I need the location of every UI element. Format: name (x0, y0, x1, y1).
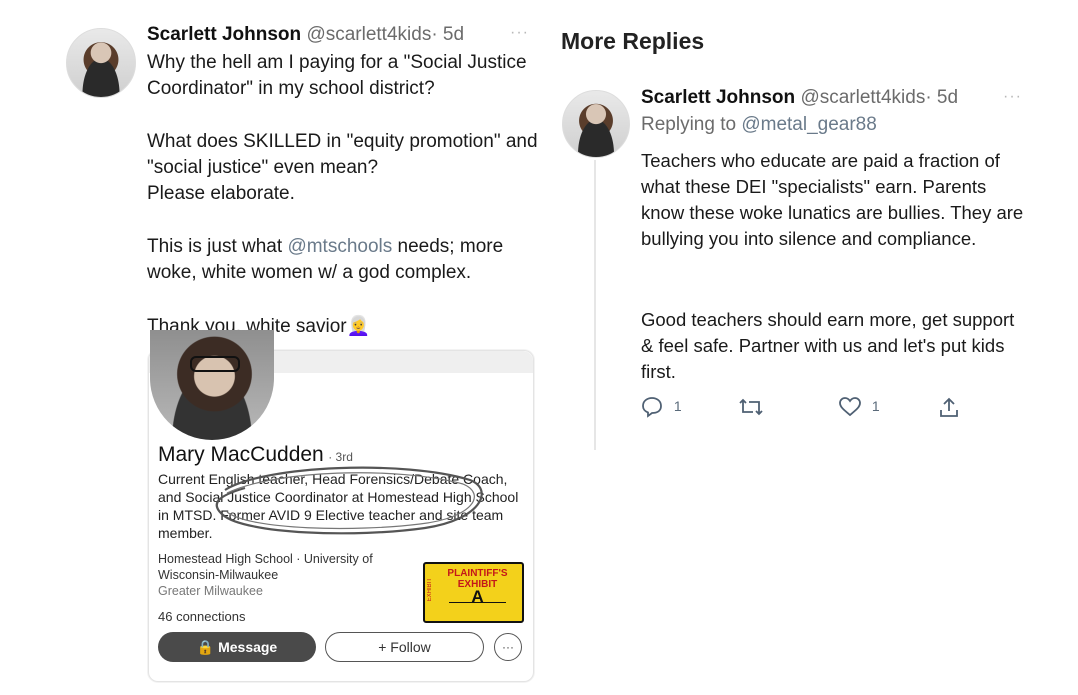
reply-bubble-icon (642, 397, 662, 418)
replying-to-label: Replying to (641, 114, 742, 135)
follow-button[interactable]: + Follow (325, 632, 484, 662)
more-options-icon[interactable]: ··· (510, 24, 529, 42)
stamp-text: PLAINTIFF'S EXHIBIT A (439, 568, 516, 605)
pen-circle-annotation (215, 466, 483, 535)
reply-count: 1 (673, 397, 682, 414)
more-actions-button[interactable]: ··· (494, 633, 522, 661)
profile-organization: Homestead High School · University of Wi… (158, 552, 373, 582)
profile-location: Greater Milwaukee (158, 584, 263, 598)
stamp-line-1: PLAINTIFF'S (447, 568, 508, 579)
savior-emoji-icon: 👩‍🦳 (346, 316, 371, 337)
like-action[interactable]: 1 (838, 396, 880, 418)
heart-icon (839, 397, 861, 417)
retweet-action[interactable] (737, 396, 765, 418)
like-count: 1 (871, 397, 880, 414)
tweet-age: · 5d (431, 24, 465, 45)
reply-author-name[interactable]: Scarlett Johnson (641, 87, 795, 108)
lock-icon: 🔒 (196, 639, 215, 655)
tweet-paragraph-1: Why the hell am I paying for a "Social J… (147, 52, 527, 99)
author-avatar[interactable] (66, 28, 136, 98)
reply-action[interactable]: 1 (640, 396, 682, 418)
share-action[interactable] (937, 396, 961, 420)
glasses-icon (190, 356, 240, 372)
tweet-paragraph-2: What does SKILLED in "equity promotion" … (147, 131, 538, 204)
replying-to: Replying to @metal_gear88 (641, 114, 877, 136)
tweet-paragraph-3: This is just what @mtschools needs; more… (147, 234, 547, 286)
reply-paragraph-2: Good teachers should earn more, get supp… (641, 309, 1015, 382)
reply-author-avatar[interactable] (562, 90, 630, 158)
reply-author-handle[interactable]: @scarlett4kids (800, 87, 925, 108)
reply-header: Scarlett Johnson @scarlett4kids· 5d (641, 87, 958, 109)
message-button-label: Message (218, 639, 278, 655)
stamp-letter: A (449, 588, 506, 605)
connections-count[interactable]: 46 connections (158, 609, 245, 625)
tweet-header: Scarlett Johnson @scarlett4kids· 5d (147, 24, 527, 46)
stamp-side-text: EXHIBIT (427, 578, 433, 602)
retweet-icon (739, 398, 763, 416)
reply-age: · 5d (925, 87, 959, 108)
reply-thread-line (594, 160, 596, 450)
reply-paragraph-1: Teachers who educate are paid a fraction… (641, 150, 1024, 249)
more-replies-heading: More Replies (561, 28, 705, 54)
mention-mtschools[interactable]: @mtschools (287, 236, 392, 257)
reply-more-options-icon[interactable]: ··· (1003, 88, 1022, 106)
replying-to-handle[interactable]: @metal_gear88 (741, 114, 876, 135)
message-button[interactable]: 🔒 Message (158, 632, 316, 662)
paragraph-3-pre: This is just what (147, 236, 288, 257)
plaintiff-exhibit-stamp: EXHIBIT PLAINTIFF'S EXHIBIT A (423, 562, 524, 623)
author-name[interactable]: Scarlett Johnson (147, 24, 301, 45)
share-icon (940, 397, 958, 417)
author-handle[interactable]: @scarlett4kids (306, 24, 431, 45)
